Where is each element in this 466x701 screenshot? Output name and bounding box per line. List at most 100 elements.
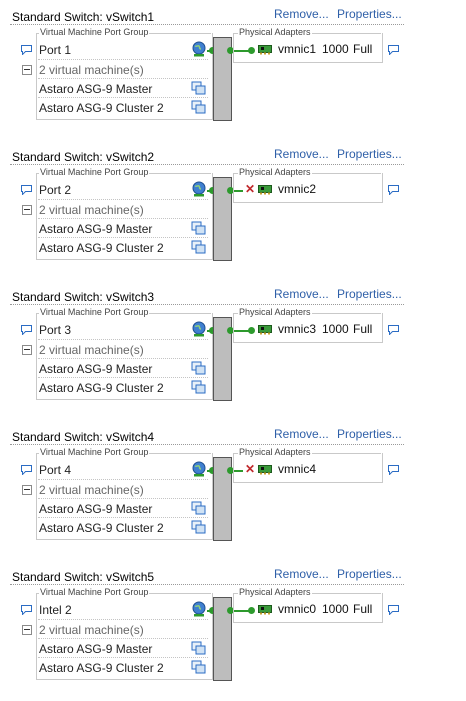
properties-link[interactable]: Properties... — [337, 427, 402, 441]
physical-adapters-legend: Physical Adapters — [238, 447, 312, 457]
properties-link[interactable]: Properties... — [337, 147, 402, 161]
vm-count: 2 virtual machine(s) — [39, 63, 144, 77]
globe-icon — [191, 41, 207, 57]
nic-icon — [258, 44, 272, 55]
properties-link[interactable]: Properties... — [337, 567, 402, 581]
adapter-info-icon[interactable] — [388, 325, 399, 335]
remove-link[interactable]: Remove... — [274, 147, 329, 161]
adapter-info-icon[interactable] — [388, 605, 399, 615]
nic-name[interactable]: vmnic3 — [278, 322, 316, 336]
port-group-name[interactable]: Port 3 — [39, 321, 71, 339]
port-group-name[interactable]: Port 4 — [39, 461, 71, 479]
vm-count: 2 virtual machine(s) — [39, 623, 144, 637]
adapter-info-icon[interactable] — [388, 185, 399, 195]
nic-name[interactable]: vmnic2 — [278, 182, 316, 196]
vm-count: 2 virtual machine(s) — [39, 483, 144, 497]
switch-separator — [10, 304, 404, 305]
collapse-icon[interactable] — [22, 625, 32, 635]
nic-name[interactable]: vmnic4 — [278, 462, 316, 476]
port-info-icon[interactable] — [21, 325, 32, 335]
switch-title: Standard Switch: vSwitch5 — [12, 570, 155, 584]
collapse-icon[interactable] — [22, 345, 32, 355]
remove-link[interactable]: Remove... — [274, 7, 329, 21]
collapse-icon[interactable] — [22, 485, 32, 495]
physical-adapters-legend: Physical Adapters — [238, 167, 312, 177]
port-group-legend: Virtual Machine Port Group — [39, 307, 150, 317]
collapse-icon[interactable] — [22, 205, 32, 215]
vm-item-master[interactable]: Astaro ASG-9 Master — [39, 80, 152, 98]
vm-icon — [191, 501, 206, 515]
switch-title: Standard Switch: vSwitch4 — [12, 430, 155, 444]
switch-title: Standard Switch: vSwitch2 — [12, 150, 155, 164]
switch-separator — [10, 584, 404, 585]
port-info-icon[interactable] — [21, 605, 32, 615]
nic-speed: 1000 — [322, 322, 349, 336]
switch-separator — [10, 24, 404, 25]
globe-icon — [191, 461, 207, 477]
nic-duplex: Full — [353, 42, 373, 56]
vm-icon — [191, 380, 206, 394]
port-group-name[interactable]: Port 1 — [39, 41, 71, 59]
switch-title: Standard Switch: vSwitch1 — [12, 10, 155, 24]
nic-icon — [258, 324, 272, 335]
vm-count: 2 virtual machine(s) — [39, 203, 144, 217]
port-info-icon[interactable] — [21, 185, 32, 195]
port-info-icon[interactable] — [21, 465, 32, 475]
vm-item-cluster2[interactable]: Astaro ASG-9 Cluster 2 — [39, 519, 164, 537]
vm-item-master[interactable]: Astaro ASG-9 Master — [39, 360, 152, 378]
port-group-legend: Virtual Machine Port Group — [39, 27, 150, 37]
vm-item-cluster2[interactable]: Astaro ASG-9 Cluster 2 — [39, 659, 164, 677]
vm-icon — [191, 221, 206, 235]
switch-separator — [10, 444, 404, 445]
remove-link[interactable]: Remove... — [274, 427, 329, 441]
port-group-name[interactable]: Port 2 — [39, 181, 71, 199]
nic-icon — [258, 184, 272, 195]
adapter-info-icon[interactable] — [388, 45, 399, 55]
adapter-info-icon[interactable] — [388, 465, 399, 475]
nic-duplex: Full — [353, 602, 373, 616]
nic-icon — [258, 604, 272, 615]
vm-item-cluster2[interactable]: Astaro ASG-9 Cluster 2 — [39, 379, 164, 397]
vswitch-block: Standard Switch: vSwitch5 Remove... Prop… — [0, 560, 466, 700]
vswitch-block: Standard Switch: vSwitch1 Remove... Prop… — [0, 0, 466, 140]
properties-link[interactable]: Properties... — [337, 7, 402, 21]
globe-icon — [191, 321, 207, 337]
vswitch-block: Standard Switch: vSwitch2 Remove... Prop… — [0, 140, 466, 280]
properties-link[interactable]: Properties... — [337, 287, 402, 301]
port-group-legend: Virtual Machine Port Group — [39, 167, 150, 177]
port-group-legend: Virtual Machine Port Group — [39, 447, 150, 457]
globe-icon — [191, 181, 207, 197]
switch-separator — [10, 164, 404, 165]
nic-icon — [258, 464, 272, 475]
vswitch-block: Standard Switch: vSwitch4 Remove... Prop… — [0, 420, 466, 560]
vm-item-master[interactable]: Astaro ASG-9 Master — [39, 220, 152, 238]
port-group-name[interactable]: Intel 2 — [39, 601, 72, 619]
physical-adapters-legend: Physical Adapters — [238, 27, 312, 37]
nic-duplex: Full — [353, 322, 373, 336]
vm-item-master[interactable]: Astaro ASG-9 Master — [39, 500, 152, 518]
vm-item-cluster2[interactable]: Astaro ASG-9 Cluster 2 — [39, 239, 164, 257]
nic-name[interactable]: vmnic1 — [278, 42, 316, 56]
remove-link[interactable]: Remove... — [274, 567, 329, 581]
port-info-icon[interactable] — [21, 45, 32, 55]
remove-link[interactable]: Remove... — [274, 287, 329, 301]
vm-icon — [191, 520, 206, 534]
nic-speed: 1000 — [322, 42, 349, 56]
vm-icon — [191, 641, 206, 655]
globe-icon — [191, 601, 207, 617]
collapse-icon[interactable] — [22, 65, 32, 75]
vswitch-block: Standard Switch: vSwitch3 Remove... Prop… — [0, 280, 466, 420]
vm-item-master[interactable]: Astaro ASG-9 Master — [39, 640, 152, 658]
port-group-legend: Virtual Machine Port Group — [39, 587, 150, 597]
nic-speed: 1000 — [322, 602, 349, 616]
vm-icon — [191, 100, 206, 114]
physical-adapters-legend: Physical Adapters — [238, 587, 312, 597]
vm-icon — [191, 240, 206, 254]
nic-name[interactable]: vmnic0 — [278, 602, 316, 616]
vm-count: 2 virtual machine(s) — [39, 343, 144, 357]
physical-adapters-legend: Physical Adapters — [238, 307, 312, 317]
vm-item-cluster2[interactable]: Astaro ASG-9 Cluster 2 — [39, 99, 164, 117]
switch-title: Standard Switch: vSwitch3 — [12, 290, 155, 304]
vm-icon — [191, 81, 206, 95]
vm-icon — [191, 361, 206, 375]
